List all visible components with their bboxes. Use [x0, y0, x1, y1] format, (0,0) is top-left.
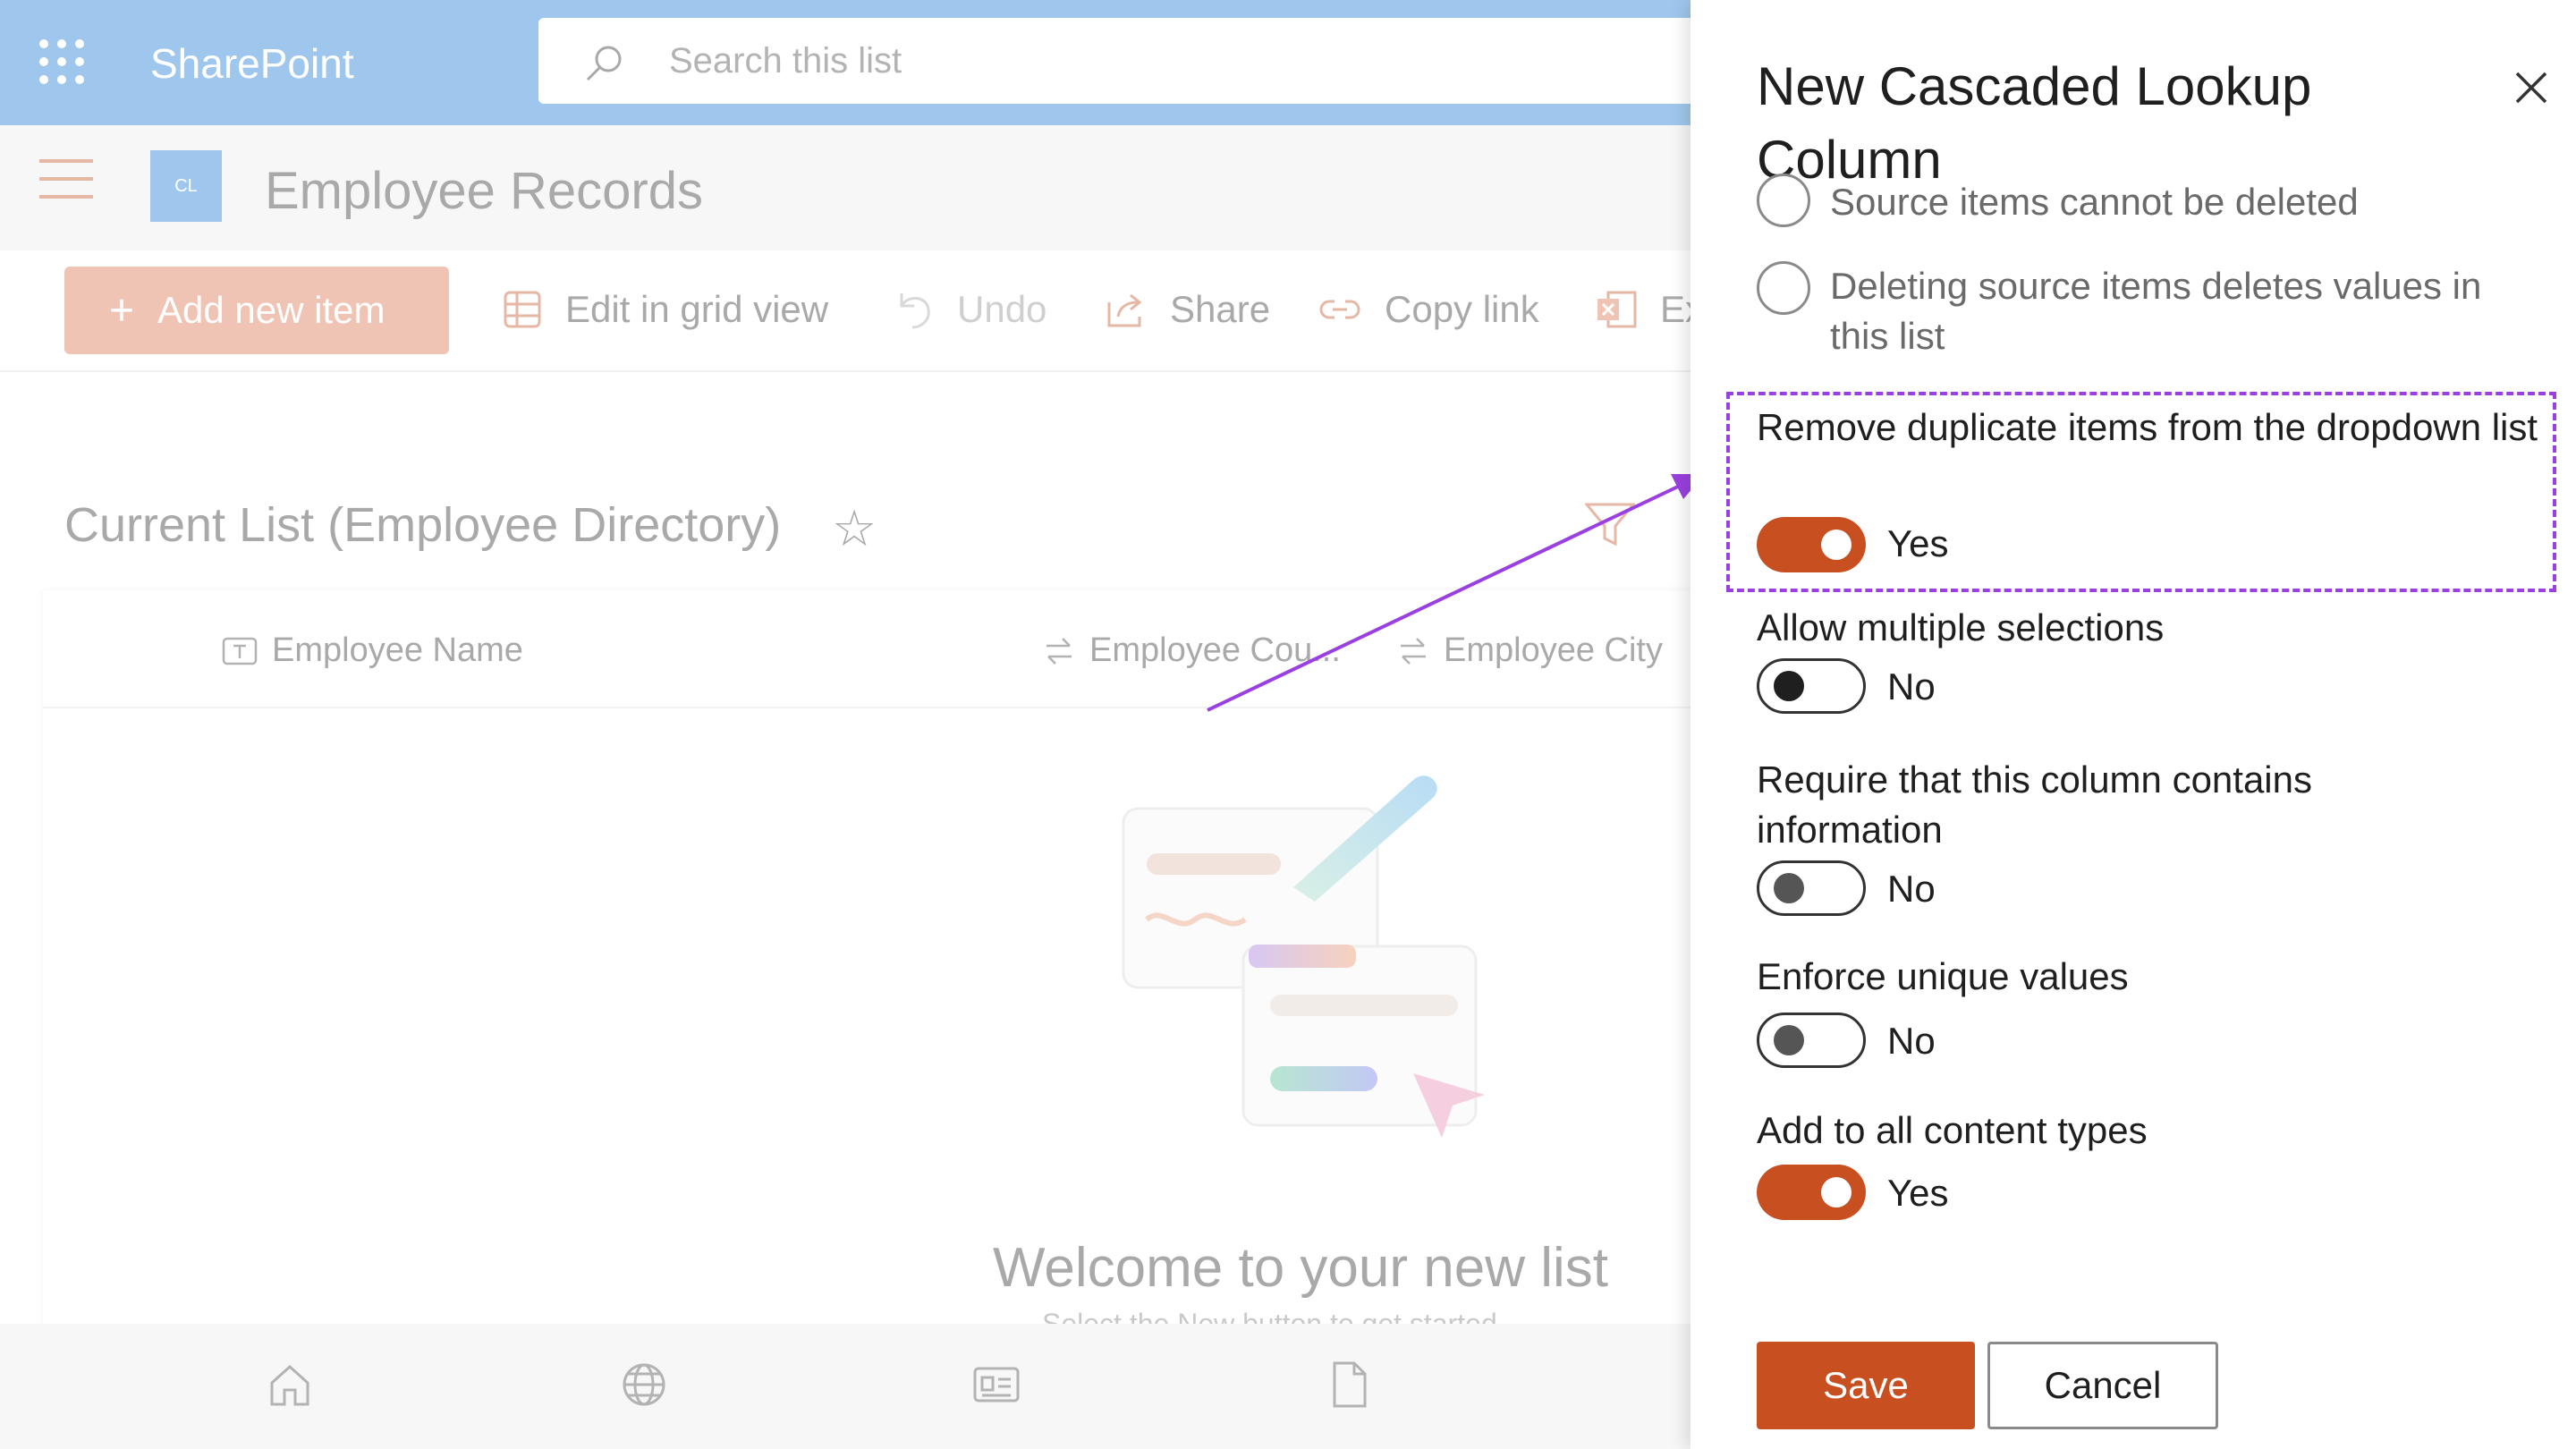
column-header-employee-name[interactable]: Employee Name	[222, 631, 523, 670]
require-information-state: No	[1887, 868, 1936, 910]
toggle-knob	[1774, 1025, 1804, 1055]
cancel-button[interactable]: Cancel	[1987, 1342, 2218, 1429]
toggle-knob	[1774, 671, 1804, 701]
filter-icon[interactable]	[1585, 503, 1635, 547]
toggle-knob	[1821, 1177, 1852, 1208]
empty-list-illustration	[1122, 775, 1485, 1138]
add-to-content-types-label: Add to all content types	[1757, 1109, 2148, 1151]
waffle-icon[interactable]	[39, 39, 86, 86]
add-new-item-label: Add new item	[157, 289, 386, 331]
radio-button[interactable]	[1757, 174, 1810, 227]
share-icon	[1107, 293, 1142, 327]
search-input[interactable]: Search this list	[538, 18, 1737, 104]
share-label: Share	[1170, 288, 1271, 330]
remove-duplicates-label: Remove duplicate items from the dropdown…	[1757, 406, 2538, 448]
lookup-column-icon	[1401, 637, 1426, 665]
column-header-label: Employee Cou...	[1089, 631, 1341, 669]
empty-list-subtitle: Select the New button to get started.	[1042, 1308, 1505, 1326]
undo-button[interactable]: Undo	[894, 288, 1046, 331]
enforce-unique-values-state: No	[1887, 1020, 1936, 1062]
add-to-content-types-toggle[interactable]	[1757, 1165, 1866, 1220]
search-icon	[586, 46, 622, 81]
radio-label: Source items cannot be deleted	[1830, 181, 2359, 223]
column-header-employee-city[interactable]: Employee City	[1397, 631, 1663, 670]
radio-label: Deleting source items deletes values in …	[1830, 265, 2482, 357]
export-excel-button[interactable]: Ex	[1596, 288, 1704, 331]
search-placeholder: Search this list	[669, 41, 902, 80]
column-header-label: Employee Name	[272, 631, 523, 669]
favorite-star-icon[interactable]: ☆	[832, 499, 877, 558]
undo-label: Undo	[957, 288, 1047, 330]
share-button[interactable]: Share	[1106, 288, 1270, 331]
copy-link-button[interactable]: Copy link	[1318, 288, 1539, 331]
grid-icon	[504, 291, 541, 328]
save-button[interactable]: Save	[1757, 1342, 1975, 1429]
globe-icon[interactable]	[619, 1360, 669, 1410]
document-icon[interactable]	[1324, 1360, 1374, 1410]
home-icon[interactable]	[265, 1360, 315, 1410]
radio-source-items-cannot-be-deleted[interactable]: Source items cannot be deleted	[1757, 174, 2359, 227]
add-new-item-button[interactable]: + Add new item	[64, 267, 449, 354]
remove-duplicates-state: Yes	[1887, 522, 1949, 564]
edit-grid-view-label: Edit in grid view	[565, 288, 829, 330]
site-title[interactable]: Employee Records	[265, 161, 703, 221]
enforce-unique-values-label: Enforce unique values	[1757, 955, 2129, 997]
add-to-content-types-state: Yes	[1887, 1172, 1949, 1214]
allow-multiple-selections-label: Allow multiple selections	[1757, 606, 2165, 648]
undo-icon	[900, 293, 930, 329]
column-header-label: Employee City	[1444, 631, 1663, 669]
allow-multiple-selections-state: No	[1887, 665, 1936, 708]
app-name[interactable]: SharePoint	[150, 39, 354, 88]
header-divider	[43, 707, 1751, 708]
list-title: Current List (Employee Directory)	[64, 498, 782, 552]
enforce-unique-values-toggle[interactable]	[1757, 1013, 1866, 1068]
empty-list-title: Welcome to your new list	[993, 1237, 1608, 1299]
news-icon[interactable]	[971, 1360, 1021, 1410]
hamburger-menu-icon[interactable]	[39, 159, 93, 202]
plus-icon: +	[109, 286, 135, 335]
link-icon	[1319, 300, 1360, 319]
text-column-icon	[222, 637, 258, 665]
toggle-knob	[1821, 530, 1852, 560]
column-header-employee-country[interactable]: Employee Cou...	[1043, 631, 1341, 670]
lookup-column-icon	[1046, 637, 1072, 665]
require-information-toggle[interactable]	[1757, 860, 1866, 916]
excel-icon	[1597, 291, 1637, 328]
remove-duplicates-toggle[interactable]	[1757, 517, 1866, 572]
allow-multiple-selections-toggle[interactable]	[1757, 658, 1866, 714]
require-information-label: Require that this column contains inform…	[1757, 758, 2312, 851]
radio-deleting-source-items[interactable]: Deleting source items deletes values in …	[1757, 261, 2544, 361]
edit-grid-view-button[interactable]: Edit in grid view	[503, 288, 828, 331]
radio-button[interactable]	[1757, 261, 1810, 315]
copy-link-label: Copy link	[1385, 288, 1539, 330]
close-icon[interactable]	[2510, 66, 2553, 109]
bottom-nav	[0, 1324, 1690, 1449]
panel-title: New Cascaded Lookup Column	[1757, 56, 2312, 190]
site-logo[interactable]: CL	[150, 150, 222, 222]
toggle-knob	[1774, 873, 1804, 903]
